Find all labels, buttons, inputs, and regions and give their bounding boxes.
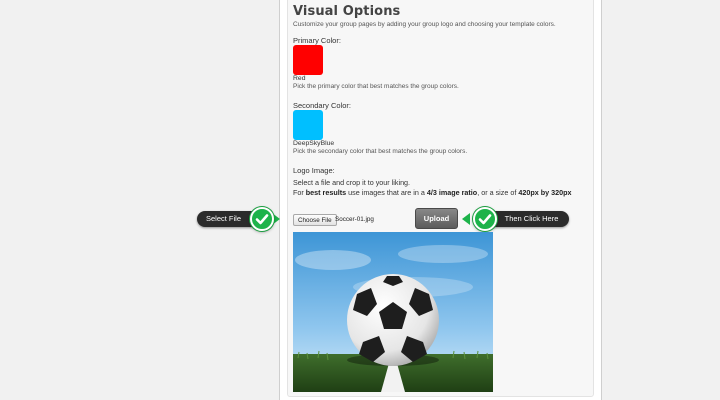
logo-image-preview (293, 232, 493, 392)
secondary-color-label: Secondary Color: (293, 101, 351, 110)
section-intro: Customize your group pages by adding you… (293, 21, 556, 28)
soccer-ball-photo-icon (293, 232, 493, 392)
secondary-color-swatch[interactable] (293, 110, 323, 140)
primary-color-help: Pick the primary color that best matches… (293, 83, 459, 90)
primary-color-label: Primary Color: (293, 36, 341, 45)
column-border-right (601, 0, 602, 400)
secondary-color-help: Pick the secondary color that best match… (293, 148, 468, 155)
section-title: Visual Options (293, 4, 401, 19)
logo-image-label: Logo Image: (293, 166, 335, 175)
upload-button[interactable]: Upload (415, 208, 458, 229)
choose-file-button[interactable]: Choose File (293, 214, 337, 226)
checkmark-icon (250, 207, 274, 231)
primary-color-name: Red (293, 75, 306, 82)
then-click-arrow (462, 213, 470, 225)
secondary-color-name: DeepSkyBlue (293, 140, 335, 147)
logo-rec-size: 420px by 320px (518, 188, 572, 197)
primary-color-swatch[interactable] (293, 45, 323, 75)
checkmark-icon (473, 207, 497, 231)
logo-rec-mid: use images that are in a (346, 188, 427, 197)
logo-rec-prefix: For (293, 188, 306, 197)
logo-rec-best-results: best results (305, 188, 347, 197)
logo-recommendation: For best results use images that are in … (293, 188, 572, 197)
logo-rec-ratio: 4/3 image ratio (426, 188, 478, 197)
logo-rec-mid2: , or a size of (477, 188, 519, 197)
selected-file-name: Soccer-01.jpg (335, 216, 374, 223)
logo-instructions: Select a file and crop it to your liking… (293, 178, 411, 187)
